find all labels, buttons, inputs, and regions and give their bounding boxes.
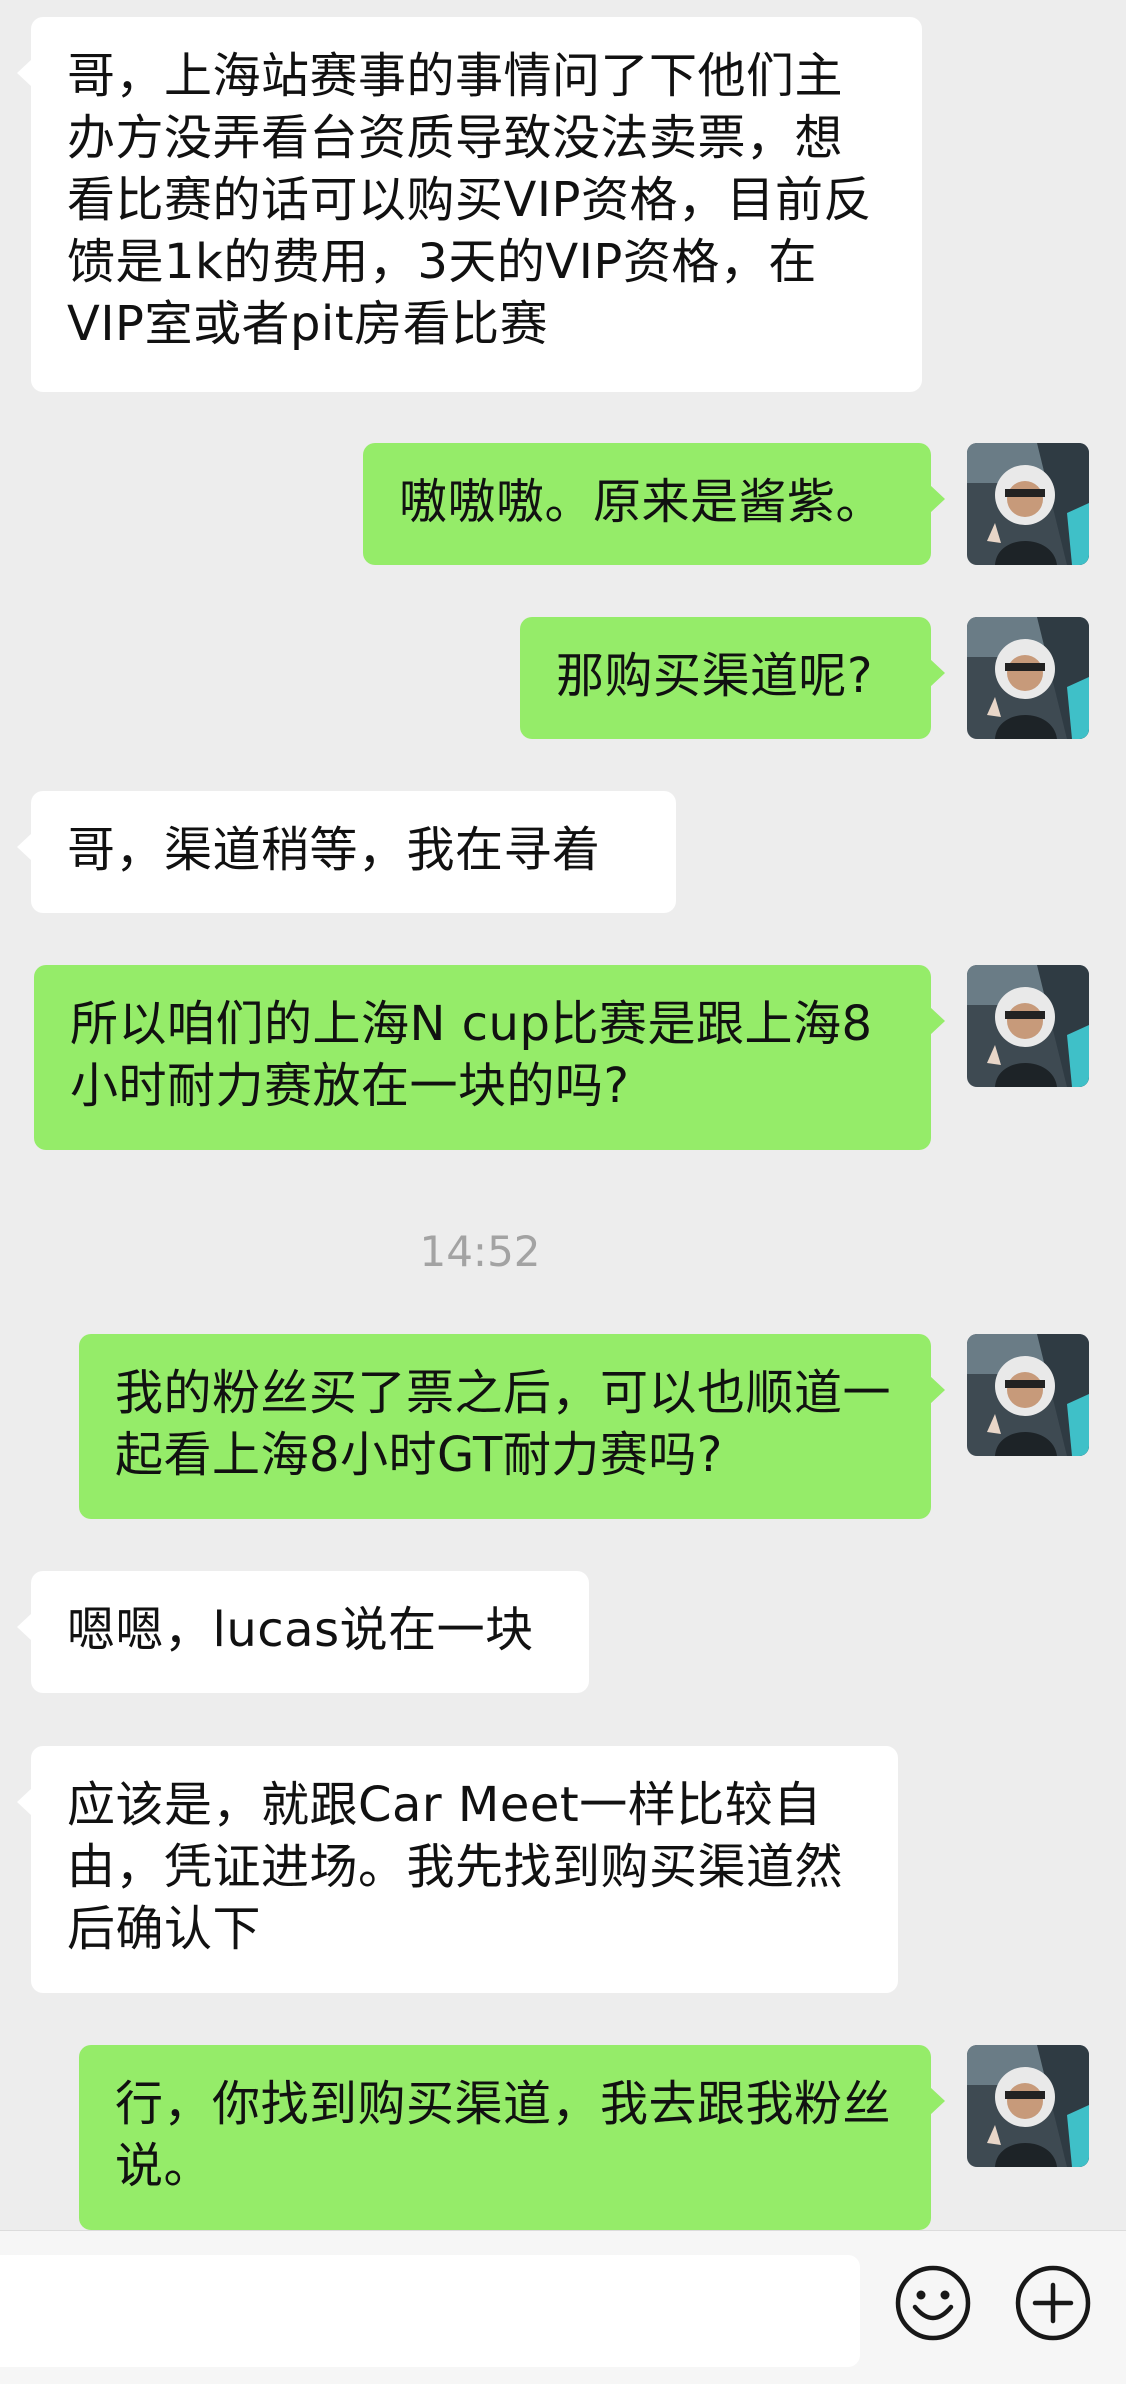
message-text: 所以咱们的上海N cup比赛是跟上海8小时耐力赛放在一块的吗? <box>70 996 873 1114</box>
user-avatar[interactable] <box>967 1334 1089 1456</box>
avatar-image <box>967 617 1089 739</box>
more-options-button[interactable] <box>1013 2263 1093 2343</box>
message-text: 哥，渠道稍等，我在寻着 <box>67 822 601 878</box>
avatar-image <box>967 443 1089 565</box>
plus-circle-icon <box>1015 2265 1091 2341</box>
user-avatar[interactable] <box>967 617 1089 739</box>
message-bubble-outgoing[interactable]: 所以咱们的上海N cup比赛是跟上海8小时耐力赛放在一块的吗? <box>34 965 945 1150</box>
message-text: 我的粉丝买了票之后，可以也顺道一起看上海8小时GT耐力赛吗? <box>115 1365 892 1483</box>
user-avatar[interactable] <box>967 2045 1089 2167</box>
message-bubble-incoming[interactable]: 哥，上海站赛事的事情问了下他们主办方没弄看台资质导致没法卖票，想看比赛的话可以购… <box>17 17 922 392</box>
message-text: 嗷嗷嗷。原来是酱紫。 <box>399 474 885 530</box>
message-bubble-outgoing[interactable]: 嗷嗷嗷。原来是酱紫。 <box>363 443 945 565</box>
user-avatar[interactable] <box>967 965 1089 1087</box>
message-text: 应该是，就跟Car Meet一样比较自由，凭证进场。我先找到购买渠道然后确认下 <box>67 1777 844 1957</box>
avatar-image <box>967 2045 1089 2167</box>
message-bubble-outgoing[interactable]: 行，你找到购买渠道，我去跟我粉丝说。 <box>79 2045 945 2230</box>
smiley-face-icon <box>895 2265 971 2341</box>
emoji-button[interactable] <box>893 2263 973 2343</box>
chat-input-bar <box>0 2230 1126 2384</box>
message-text: 行，你找到购买渠道，我去跟我粉丝说。 <box>115 2076 892 2194</box>
message-bubble-incoming[interactable]: 哥，渠道稍等，我在寻着 <box>17 791 676 913</box>
message-text: 那购买渠道呢? <box>556 648 873 704</box>
avatar-image <box>967 965 1089 1087</box>
user-avatar[interactable] <box>967 443 1089 565</box>
message-input[interactable] <box>0 2255 860 2367</box>
message-bubble-incoming[interactable]: 应该是，就跟Car Meet一样比较自由，凭证进场。我先找到购买渠道然后确认下 <box>17 1746 898 1993</box>
chat-message-list[interactable]: 哥，上海站赛事的事情问了下他们主办方没弄看台资质导致没法卖票，想看比赛的话可以购… <box>0 0 1126 2230</box>
message-bubble-incoming[interactable]: 嗯嗯，lucas说在一块 <box>17 1571 589 1693</box>
message-bubble-outgoing[interactable]: 我的粉丝买了票之后，可以也顺道一起看上海8小时GT耐力赛吗? <box>79 1334 945 1519</box>
message-text: 哥，上海站赛事的事情问了下他们主办方没弄看台资质导致没法卖票，想看比赛的话可以购… <box>67 48 872 352</box>
avatar-image <box>967 1334 1089 1456</box>
message-text: 嗯嗯，lucas说在一块 <box>67 1602 534 1658</box>
message-timestamp: 14:52 <box>419 1227 541 1276</box>
message-bubble-outgoing[interactable]: 那购买渠道呢? <box>520 617 945 739</box>
